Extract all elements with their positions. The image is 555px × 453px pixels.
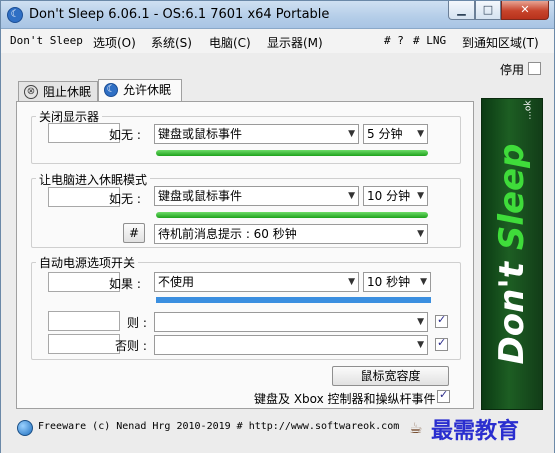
menu-monitor[interactable]: 显示器(M) xyxy=(267,34,323,51)
menu-language[interactable]: # LNG xyxy=(413,34,446,47)
else-checkbox[interactable] xyxy=(435,336,448,351)
allow-sleep-panel: 关闭显示器 如无 : 键盘或鼠标事件 ▼ 5 分钟 ▼ 让电脑进入休眠模式 如无 :… xyxy=(16,101,474,409)
else-name-field[interactable] xyxy=(48,334,120,354)
maximize-button[interactable]: □ xyxy=(475,1,501,20)
display-off-if-label: 如无 : xyxy=(109,128,141,142)
menu-to-tray[interactable]: 到通知区域(T) xyxy=(462,34,539,51)
display-off-event-select[interactable]: 键盘或鼠标事件 ▼ xyxy=(154,124,359,144)
window-title: Don't Sleep 6.06.1 - OS:6.1 7601 x64 Por… xyxy=(29,7,330,22)
chevron-down-icon: ▼ xyxy=(348,277,355,287)
sleep-mode-if-label: 如无 : xyxy=(109,192,141,206)
chevron-down-icon: ▼ xyxy=(417,129,424,139)
coffee-icon[interactable]: ☕ xyxy=(409,419,422,437)
app-icon: ☾ xyxy=(7,7,23,23)
chevron-down-icon: ▼ xyxy=(417,191,424,201)
app-window: ☾ Don't Sleep 6.06.1 - OS:6.1 7601 x64 P… xyxy=(0,0,555,453)
chevron-down-icon: ▼ xyxy=(420,277,427,287)
tab-prevent-sleep[interactable]: ⊗ 阻止休眠 xyxy=(18,81,98,103)
then-label: 则 : xyxy=(127,316,147,330)
tab-allow-sleep[interactable]: ☾ 允许休眠 xyxy=(98,79,182,103)
power-progress-bar xyxy=(156,297,431,303)
tab-prevent-sleep-label: 阻止休眠 xyxy=(43,85,92,99)
stop-checkbox[interactable] xyxy=(528,62,541,75)
menu-help[interactable]: # ? xyxy=(384,34,404,47)
tab-allow-sleep-label: 允许休眠 xyxy=(123,83,172,97)
close-button[interactable]: ✕ xyxy=(501,1,549,20)
power-condition-select[interactable]: 不使用 ▼ xyxy=(154,272,359,292)
dont-sleep-logo: Don't Sleep ...ok xyxy=(481,98,543,410)
hash-button[interactable]: # xyxy=(123,223,145,243)
mouse-tolerance-button[interactable]: 鼠标宽容度 xyxy=(332,366,449,386)
sleep-mode-title: 让电脑进入休眠模式 xyxy=(36,171,151,188)
sleep-mode-event-select[interactable]: 键盘或鼠标事件 ▼ xyxy=(154,186,359,206)
minimize-button[interactable]: ▁ xyxy=(448,1,475,20)
power-options-title: 自动电源选项开关 xyxy=(36,254,139,271)
else-label: 否则 : xyxy=(115,339,147,353)
logo-ok-text: ...ok xyxy=(523,100,534,120)
menu-bar: Don't Sleep 选项(O) 系统(S) 电脑(C) 显示器(M) # ?… xyxy=(1,29,554,53)
block-icon: ⊗ xyxy=(24,85,38,99)
xbox-option-label: 键盘及 Xbox 控制器和操纵杆事件 xyxy=(254,392,436,406)
status-text[interactable]: Freeware (c) Nenad Hrg 2010-2019 # http:… xyxy=(38,421,399,432)
display-off-time-select[interactable]: 5 分钟 ▼ xyxy=(363,124,428,144)
moon-icon: ☾ xyxy=(104,83,118,97)
title-bar[interactable]: ☾ Don't Sleep 6.06.1 - OS:6.1 7601 x64 P… xyxy=(1,1,554,29)
watermark: 最需教育 xyxy=(431,418,520,444)
stop-label: 停用 xyxy=(500,63,525,77)
xbox-option-checkbox[interactable] xyxy=(437,388,450,403)
then-name-field[interactable] xyxy=(48,311,120,331)
sleep-notice-select[interactable]: 待机前消息提示 : 60 秒钟 ▼ xyxy=(154,224,428,244)
menu-computer[interactable]: 电脑(C) xyxy=(209,34,251,51)
then-checkbox[interactable] xyxy=(435,313,448,328)
then-action-select[interactable]: ▼ xyxy=(154,312,428,332)
chevron-down-icon: ▼ xyxy=(417,340,424,350)
logo-text: Don't Sleep xyxy=(492,143,532,365)
menu-system[interactable]: 系统(S) xyxy=(151,34,192,51)
chevron-down-icon: ▼ xyxy=(417,229,424,239)
chevron-down-icon: ▼ xyxy=(417,317,424,327)
menu-options[interactable]: 选项(O) xyxy=(93,34,136,51)
display-off-progress-bar xyxy=(156,150,428,156)
power-time-select[interactable]: 10 秒钟 ▼ xyxy=(363,272,431,292)
power-if-label: 如果 : xyxy=(109,277,141,291)
sleep-mode-time-select[interactable]: 10 分钟 ▼ xyxy=(363,186,428,206)
sleep-mode-progress-bar xyxy=(156,212,428,218)
chevron-down-icon: ▼ xyxy=(348,129,355,139)
else-action-select[interactable]: ▼ xyxy=(154,335,428,355)
status-bar: Freeware (c) Nenad Hrg 2010-2019 # http:… xyxy=(1,413,554,453)
chevron-down-icon: ▼ xyxy=(348,191,355,201)
menu-dont-sleep[interactable]: Don't Sleep xyxy=(10,34,83,47)
globe-icon[interactable] xyxy=(17,420,33,436)
